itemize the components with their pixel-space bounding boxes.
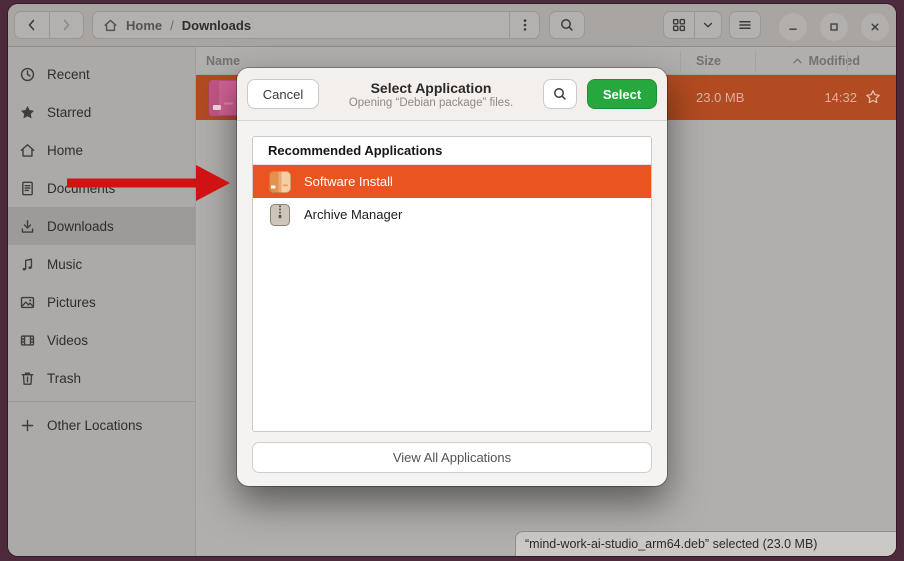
sidebar-item-trash[interactable]: Trash (8, 359, 195, 397)
app-row-archive-manager[interactable]: Archive Manager (253, 198, 651, 231)
desktop-background: Home / Downloads (0, 0, 904, 561)
view-options-button[interactable] (694, 12, 721, 38)
sidebar-item-documents[interactable]: Documents (8, 169, 195, 207)
clock-icon (19, 66, 36, 83)
breadcrumb-separator: / (170, 18, 174, 33)
dialog-header: Cancel Select Application Opening “Debia… (237, 68, 667, 121)
cancel-button[interactable]: Cancel (247, 79, 319, 109)
breadcrumb[interactable]: Home / Downloads (92, 11, 540, 39)
kebab-menu-icon (517, 17, 533, 33)
forward-button[interactable] (49, 12, 83, 38)
home-icon (103, 18, 118, 33)
column-header-modified[interactable]: Modified (792, 47, 860, 75)
software-install-icon (268, 170, 292, 194)
home-icon (19, 142, 36, 159)
column-header-size[interactable]: Size (696, 47, 721, 75)
chevron-right-icon (58, 17, 74, 33)
sidebar-item-label: Documents (47, 181, 115, 196)
status-text: “mind-work-ai-studio_arm64.deb” selected… (525, 537, 817, 551)
headerbar: Home / Downloads (8, 4, 896, 47)
close-icon (868, 20, 882, 34)
dialog-search-button[interactable] (543, 79, 577, 109)
view-all-applications-button[interactable]: View All Applications (252, 442, 652, 473)
plus-icon (19, 417, 36, 434)
status-bar: “mind-work-ai-studio_arm64.deb” selected… (515, 531, 896, 556)
column-divider (680, 51, 681, 71)
app-menu-button[interactable] (729, 11, 761, 39)
music-note-icon (19, 256, 36, 273)
sidebar-item-music[interactable]: Music (8, 245, 195, 283)
sidebar-separator (8, 401, 195, 402)
view-toggle-group (663, 11, 722, 39)
star-outline-icon[interactable] (865, 89, 881, 105)
application-list-section-header: Recommended Applications (253, 137, 651, 165)
app-row-software-install[interactable]: Software Install (253, 165, 651, 198)
sidebar-item-label: Home (47, 143, 83, 158)
sort-ascending-icon (792, 57, 803, 65)
dialog-body: Recommended Applications Software Instal… (237, 121, 667, 486)
dialog-title-block: Select Application Opening “Debian packa… (319, 80, 543, 109)
dialog-subtitle: Opening “Debian package” files. (319, 97, 543, 109)
download-icon (19, 218, 36, 235)
app-name: Software Install (304, 174, 393, 189)
sidebar-item-label: Recent (47, 67, 90, 82)
history-nav-group (14, 11, 84, 39)
archive-manager-icon (268, 203, 292, 227)
trash-icon (19, 370, 36, 387)
column-header-name[interactable]: Name (206, 47, 240, 75)
application-list: Recommended Applications Software Instal… (252, 136, 652, 432)
file-modified-time: 14:32 (824, 90, 857, 105)
minimize-icon (786, 20, 800, 34)
back-button[interactable] (15, 12, 49, 38)
minimize-button[interactable] (779, 13, 807, 41)
app-name: Archive Manager (304, 207, 402, 222)
sidebar-item-other-locations[interactable]: Other Locations (8, 406, 195, 444)
search-button[interactable] (549, 11, 585, 39)
sidebar-item-recent[interactable]: Recent (8, 55, 195, 93)
sidebar-item-pictures[interactable]: Pictures (8, 283, 195, 321)
sidebar-item-label: Trash (47, 371, 81, 386)
sidebar-item-starred[interactable]: Starred (8, 93, 195, 131)
grid-view-button[interactable] (664, 12, 694, 38)
sidebar: Recent Starred Home (8, 47, 196, 556)
column-divider (847, 51, 848, 71)
chevron-left-icon (24, 17, 40, 33)
column-divider (755, 51, 756, 71)
sidebar-item-label: Pictures (47, 295, 96, 310)
star-icon (19, 104, 36, 121)
select-application-dialog: Cancel Select Application Opening “Debia… (237, 68, 667, 486)
search-icon (559, 17, 575, 33)
close-button[interactable] (861, 13, 889, 41)
sidebar-item-label: Starred (47, 105, 91, 120)
document-icon (19, 180, 36, 197)
sidebar-item-label: Downloads (47, 219, 114, 234)
file-size: 23.0 MB (696, 90, 744, 105)
sidebar-item-label: Videos (47, 333, 88, 348)
maximize-icon (827, 20, 841, 34)
sidebar-item-label: Music (47, 257, 82, 272)
sidebar-item-downloads[interactable]: Downloads (8, 207, 195, 245)
select-button[interactable]: Select (587, 79, 657, 109)
sidebar-item-videos[interactable]: Videos (8, 321, 195, 359)
grid-view-icon (671, 17, 687, 33)
maximize-button[interactable] (820, 13, 848, 41)
chevron-down-icon (701, 18, 715, 32)
sidebar-item-home[interactable]: Home (8, 131, 195, 169)
picture-icon (19, 294, 36, 311)
search-icon (552, 86, 568, 102)
breadcrumb-current[interactable]: Downloads (182, 18, 251, 33)
breadcrumb-home[interactable]: Home (126, 18, 162, 33)
film-icon (19, 332, 36, 349)
folder-menu-button[interactable] (509, 12, 539, 38)
sidebar-item-label: Other Locations (47, 418, 142, 433)
dialog-title: Select Application (319, 80, 543, 96)
hamburger-menu-icon (737, 17, 753, 33)
